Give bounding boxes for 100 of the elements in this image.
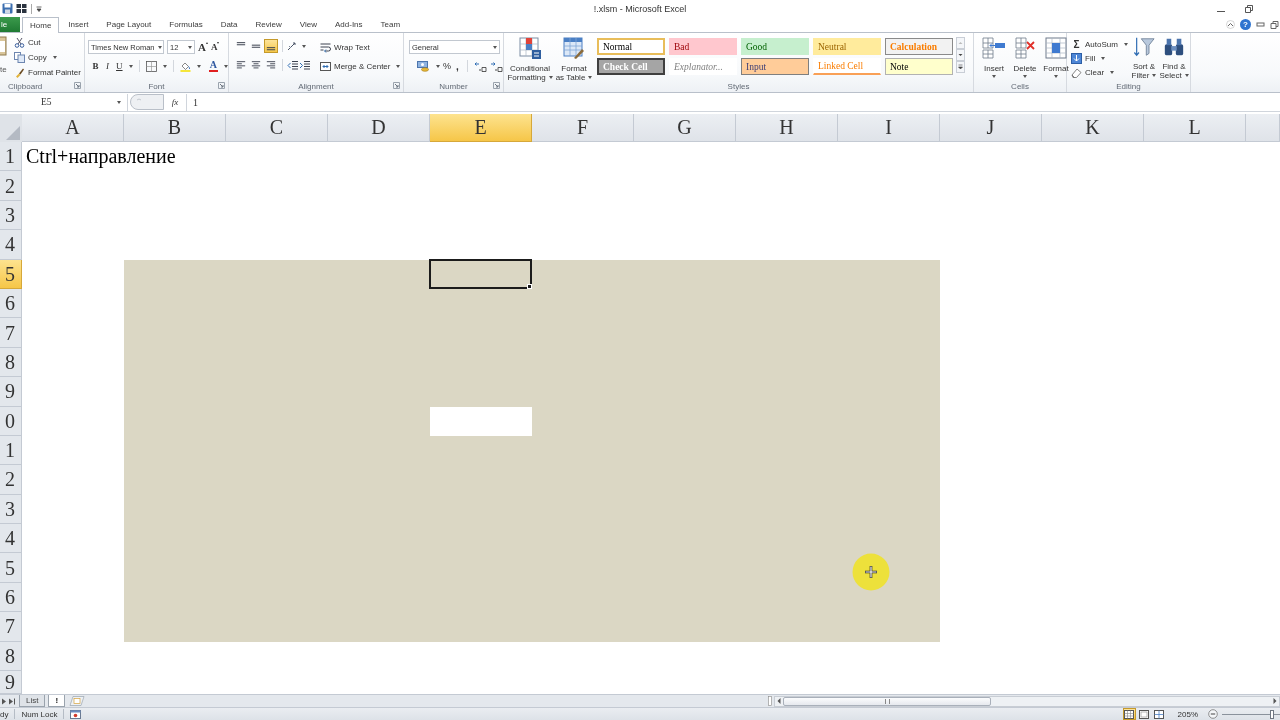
zoom-out-icon[interactable] [1208, 709, 1218, 719]
formula-buttons-handle-icon[interactable] [130, 94, 164, 110]
cell-style-option[interactable]: Good [741, 38, 809, 55]
row-header[interactable]: 7 [0, 318, 22, 348]
row-header[interactable]: 4 [0, 524, 22, 554]
ribbon-tab[interactable]: View [290, 17, 326, 32]
scroll-down-icon[interactable] [956, 49, 965, 61]
column-header[interactable]: C [226, 114, 328, 142]
comma-style-button[interactable]: , [454, 60, 461, 72]
row-header[interactable]: 9 [0, 671, 22, 694]
editing-button[interactable]: Clear [1071, 66, 1129, 78]
split-handle-icon[interactable] [768, 696, 772, 706]
row-header[interactable]: 6 [0, 288, 22, 319]
wrap-text-button[interactable]: Wrap Text [320, 40, 401, 54]
column-header[interactable]: F [532, 114, 634, 142]
sort-filter-button[interactable]: Sort & Filter [1129, 36, 1159, 80]
ribbon-tab[interactable]: Add-Ins [326, 17, 372, 32]
italic-button[interactable]: I [103, 59, 111, 73]
fill-handle-icon[interactable] [527, 283, 532, 289]
ribbon-tab[interactable]: Insert [59, 17, 98, 32]
arrow-right-icon[interactable] [1271, 696, 1279, 706]
column-header[interactable]: A [22, 114, 124, 142]
horizontal-align-icon[interactable] [249, 58, 263, 72]
format-as-table-button[interactable]: Format as Table [554, 36, 594, 82]
column-header[interactable]: L [1144, 114, 1246, 142]
clipboard-button[interactable]: Cut [14, 36, 81, 48]
cell-style-option[interactable]: Explanator... [669, 58, 737, 75]
font-color-button[interactable]: A [208, 60, 218, 72]
save-icon[interactable] [2, 3, 13, 14]
ribbon-tab[interactable]: Home [22, 17, 60, 33]
clipboard-icon[interactable] [0, 36, 7, 56]
cell-style-option[interactable]: Bad [669, 38, 737, 55]
cell-style-option[interactable]: Note [885, 58, 953, 75]
slider-thumb[interactable] [1269, 709, 1274, 719]
grid-icon[interactable] [16, 3, 27, 14]
fill-color-icon[interactable] [179, 60, 191, 72]
restore-icon[interactable] [1244, 3, 1254, 14]
text-orientation-icon[interactable] [287, 40, 298, 52]
arrow-left-icon[interactable] [775, 696, 783, 706]
ribbon-tab[interactable]: Formulas [160, 17, 212, 32]
decrease-decimal-icon[interactable] [490, 60, 503, 72]
more-icon[interactable] [956, 61, 965, 73]
bold-button[interactable]: B [92, 59, 99, 73]
column-header[interactable]: H [736, 114, 838, 142]
view-button[interactable] [1137, 708, 1151, 720]
horizontal-align-icon[interactable] [234, 58, 248, 72]
ribbon-tab[interactable]: Team [371, 17, 410, 32]
cell-style-option[interactable]: Neutral [813, 38, 881, 55]
currency-icon[interactable] [417, 60, 430, 72]
cells-button[interactable]: Delete [1011, 36, 1039, 80]
minimize-icon[interactable] [1256, 20, 1265, 29]
macro-record-icon[interactable] [70, 709, 82, 719]
active-cell[interactable] [429, 258, 532, 289]
dialog-launcher-icon[interactable] [74, 82, 81, 89]
increase-indent-icon[interactable] [299, 59, 310, 71]
row-header[interactable]: 9 [0, 377, 22, 407]
row-header[interactable]: 3 [0, 200, 22, 231]
column-header[interactable]: G [634, 114, 736, 142]
sheet-tab[interactable]: ! [48, 695, 66, 707]
row-header[interactable]: 6 [0, 582, 22, 613]
editing-button[interactable]: Σ AutoSum [1071, 38, 1129, 50]
borders-icon[interactable] [145, 60, 157, 72]
ribbon-tab[interactable]: Review [246, 17, 291, 32]
view-button[interactable] [1152, 708, 1166, 720]
insert-function-button[interactable]: fx [168, 94, 182, 110]
zoom-level[interactable]: 205% [1177, 709, 1198, 719]
underline-button[interactable]: U [115, 59, 123, 73]
percent-button[interactable]: % [443, 61, 451, 71]
increase-decimal-icon[interactable] [474, 60, 487, 72]
row-header[interactable]: 7 [0, 612, 22, 642]
column-header[interactable]: K [1042, 114, 1144, 142]
column-header[interactable]: D [328, 114, 430, 142]
cell-style-option[interactable]: Input [741, 58, 809, 75]
row-header[interactable]: 4 [0, 230, 22, 260]
cell-style-option[interactable]: Normal [597, 38, 665, 55]
row-header[interactable]: 3 [0, 494, 22, 525]
scrollbar-thumb[interactable] [783, 696, 991, 706]
cells-button[interactable]: Format [1042, 36, 1070, 80]
paste-label[interactable]: te [0, 65, 7, 74]
column-header[interactable]: B [124, 114, 226, 142]
row-header[interactable]: 0 [0, 406, 22, 436]
view-button[interactable] [1122, 708, 1136, 720]
decrease-indent-icon[interactable] [287, 59, 298, 71]
horizontal-scrollbar[interactable] [774, 695, 1280, 707]
shrink-font-button[interactable]: A [210, 40, 220, 54]
row-header[interactable]: 5 [0, 553, 22, 583]
help-button[interactable]: ? [1240, 19, 1251, 30]
row-header[interactable]: 2 [0, 171, 22, 201]
conditional-formatting-button[interactable]: Conditional Formatting [506, 36, 554, 82]
vertical-align-icon[interactable] [264, 39, 278, 53]
row-header[interactable]: 8 [0, 347, 22, 378]
editing-button[interactable]: Fill [1071, 52, 1129, 64]
row-header[interactable]: 1 [0, 142, 22, 172]
ribbon-tab[interactable]: le [0, 17, 20, 32]
row-header[interactable]: 2 [0, 465, 22, 495]
zoom-slider[interactable] [1222, 709, 1280, 719]
clipboard-button[interactable]: Copy [14, 51, 81, 63]
cells-button[interactable]: Insert [980, 36, 1008, 80]
dialog-launcher-icon[interactable] [218, 82, 225, 89]
ribbon-tab[interactable]: Page Layout [97, 17, 161, 32]
